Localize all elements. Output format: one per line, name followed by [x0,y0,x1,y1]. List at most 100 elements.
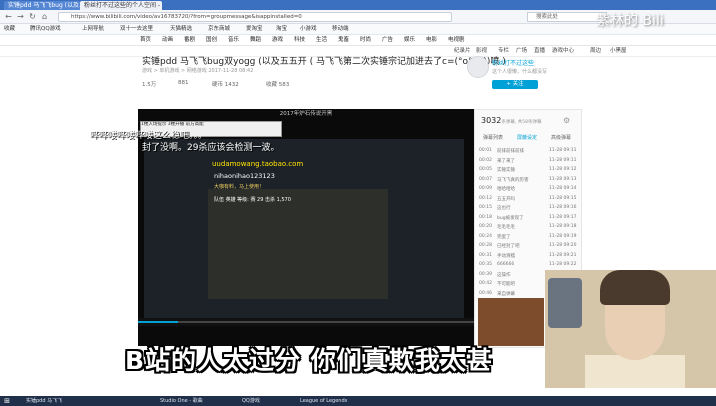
bookmark-item[interactable]: 京东商城 [208,25,230,33]
danmaku-time: 00:42 [479,281,492,286]
inner-game-frame [208,189,388,299]
danmaku-total: 3032条弹幕, 共58条弹幕 [481,116,541,125]
danmaku-text: bug被发现了 [497,215,524,221]
tab-block-settings[interactable]: 屏蔽设定 [511,134,543,143]
video-subtitle: B站的人太过分 你们真欺我太甚 [125,346,493,375]
favorite-button[interactable]: 收藏 583 [266,80,289,88]
back-icon[interactable]: ← [4,12,13,21]
webcam-feed [545,270,716,388]
danmaku-text: 马飞飞真的厉害 [497,177,529,183]
nav-item[interactable]: 科技 [294,36,305,44]
danmaku-count-number: 3032 [481,116,502,125]
browser-tab-2[interactable]: 粉丝打不过这些的个人空间 - 哔哩哔哩 [80,1,162,10]
gear-icon[interactable]: ⚙ [563,116,570,125]
nav-item[interactable]: 电视剧 [448,36,465,44]
nav-item[interactable]: 广告 [382,36,393,44]
category-item[interactable]: 广场 [516,47,527,55]
bookmark-item[interactable]: 收藏 [4,25,15,33]
player-controls[interactable] [138,318,474,326]
danmaku-date: 11-28 09:11 [549,148,577,153]
overlay-promo-text: 大咖有料，马上使用！ [214,184,265,190]
danmaku-date: 11-28 09:19 [549,233,577,239]
danmaku-text: 这操作 [497,272,511,278]
progress-fill [138,321,179,323]
home-icon[interactable]: ⌂ [40,12,49,21]
danmaku-text: 666666 [497,262,515,267]
nav-item[interactable]: 舞蹈 [250,36,261,44]
nav-item[interactable]: 番剧 [184,36,195,44]
bookmark-item[interactable]: 淘宝 [276,25,287,33]
danmaku-text: 毛毛毛毛 [497,225,515,230]
danmaku-time: 00:24 [479,233,492,239]
progress-track[interactable] [138,321,474,323]
cup-object [548,278,582,328]
taskbar-item[interactable]: QQ游戏 [232,397,282,405]
danmaku-text: 前排前排前排 [497,149,524,154]
category-item[interactable]: 小黑屋 [610,47,627,55]
danmaku-date: 11-28 09:16 [549,205,577,210]
danmaku-time: 00:39 [479,271,492,277]
tab-danmaku-list[interactable]: 弹幕列表 [477,134,509,143]
danmaku-text: 来了来了 [497,158,515,164]
forward-icon[interactable]: → [16,12,25,21]
tab-advanced[interactable]: 高级弹幕 [545,134,577,143]
nav-item[interactable]: 鬼畜 [338,36,349,44]
nav-item[interactable]: 音乐 [228,36,239,44]
nav-item[interactable]: 动画 [162,36,173,44]
danmaku-time: 00:31 [479,252,492,258]
nav-item[interactable]: 首页 [140,36,151,44]
taskbar-item[interactable]: Studio One - 歌曲 [150,397,218,405]
bookmark-item[interactable]: 双十一去这里 [120,25,153,33]
danmaku-text: 手动滑稽 [497,253,515,259]
follow-button[interactable]: + 关注 [492,80,538,89]
player-title: 2017年炉石传说开黑 [279,111,333,117]
bookmark-item[interactable]: 上网导航 [82,25,104,33]
danmaku-text: 已经封了吧 [497,244,520,249]
danmaku-time: 00:15 [479,205,492,210]
danmaku-time: 00:01 [479,148,492,153]
search-input[interactable]: 搜索此处 [527,12,607,22]
uploader-name[interactable]: 粉丝打不过这些 [492,58,534,67]
bookmark-item[interactable]: 腾讯QQ游戏 [30,25,61,33]
danmaku-date: 11-28 09:22 [549,262,577,267]
nav-item[interactable]: 电影 [426,36,437,44]
category-item[interactable]: 周边 [590,47,601,55]
danmaku-count-label: 条弹幕, 共58条弹幕 [501,120,542,125]
category-item[interactable]: 游戏中心 [552,47,574,55]
bookmark-item[interactable]: 小游戏 [300,25,317,33]
play-count: 1.5万 [142,82,157,88]
category-item[interactable]: 直播 [534,47,545,55]
nav-item[interactable]: 生活 [316,36,327,44]
taskbar-item[interactable]: 实锤pdd 马飞飞 [16,397,86,405]
danmaku-text: 完蛋了 [497,234,511,240]
bookmark-item[interactable]: 爱淘宝 [246,25,263,33]
danmaku-time: 00:07 [479,176,492,182]
danmaku-date: 11-28 09:17 [549,214,577,220]
nav-item[interactable]: 娱乐 [404,36,415,44]
browser-tab-1[interactable]: 实锤pdd 马飞飞bug (以及五五开 [4,1,80,10]
bookmark-item[interactable]: 移动端 [332,25,349,33]
coin-button[interactable]: 硬币 1432 [212,80,239,88]
webcam-hair [600,270,670,305]
danmaku-time: 00:20 [479,224,492,229]
start-icon[interactable]: ⊞ [2,397,12,405]
nav-item[interactable]: 游戏 [272,36,283,44]
danmaku-date: 11-28 09:15 [549,195,577,201]
refresh-icon[interactable]: ↻ [28,12,37,21]
bookmark-item[interactable]: 天猫精选 [170,25,192,33]
danmaku-line: 封了没啊。29杀应该会检测一波。 [142,143,280,153]
danmaku-date: 11-28 09:12 [549,167,577,172]
uploader-avatar[interactable] [467,56,489,78]
nav-item[interactable]: 时尚 [360,36,371,44]
danmaku-text: 来自弹幕 [497,291,515,297]
danmaku-text: 这也行 [497,206,511,211]
danmaku-time: 00:02 [479,157,492,163]
nav-item[interactable]: 国创 [206,36,217,44]
url-input[interactable]: https://www.bilibili.com/video/av1678372… [58,12,452,22]
taskbar-item[interactable]: League of Legends [290,397,366,405]
watermark: 紫林的 Bili [596,13,664,29]
danmaku-date: 11-28 09:13 [549,176,577,182]
danmaku-time: 00:18 [479,214,492,220]
uploader-desc: 这个人很懒，什么都没写 [492,69,548,75]
danmaku-time: 00:28 [479,243,492,248]
